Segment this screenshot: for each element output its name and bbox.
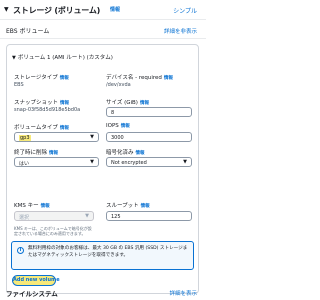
iops-info-link[interactable]: 情報	[121, 124, 130, 129]
delete-on-termination-value: はい	[19, 160, 30, 167]
device-name-info-link[interactable]: 情報	[164, 76, 173, 81]
size-label-text: サイズ (GiB)	[106, 100, 138, 106]
storage-type-value: EBS	[14, 82, 24, 88]
storage-panel: ▼ ストレージ (ボリューム) 情報 シンプル EBS ボリューム 詳細を非表示…	[0, 0, 206, 300]
size-input[interactable]: 8	[106, 107, 192, 117]
filesystem-show-details-link[interactable]: 詳細を表示	[169, 289, 197, 297]
throughput-label: スループット 情報	[106, 201, 150, 209]
kms-key-info-link[interactable]: 情報	[41, 204, 50, 209]
delete-on-termination-select[interactable]: はい ▼	[14, 157, 99, 167]
kms-key-label-text: KMS キー	[14, 203, 39, 209]
size-info-link[interactable]: 情報	[140, 101, 149, 106]
volume-type-label: ボリュームタイプ 情報	[14, 123, 69, 131]
divider	[0, 38, 206, 39]
chevron-down-icon: ▼	[85, 213, 89, 219]
filesystem-heading: ファイルシステム	[6, 290, 58, 298]
device-name-label: デバイス名 - required 情報	[106, 73, 173, 81]
device-name-value: /dev/xvda	[106, 82, 131, 88]
storage-type-label: ストレージタイプ 情報	[14, 73, 69, 81]
ebs-hide-details-link[interactable]: 詳細を非表示	[164, 27, 197, 35]
volume-type-value: gp3	[19, 134, 31, 141]
delete-on-termination-info-link[interactable]: 情報	[49, 151, 58, 156]
encrypted-label-text: 暗号化済み	[106, 150, 134, 156]
info-circle-icon: i	[17, 247, 24, 254]
chevron-down-icon: ▼	[90, 159, 94, 165]
volume-1-heading[interactable]: ▼ ボリューム 1 (AMI ルート) (カスタム)	[12, 53, 113, 61]
kms-key-select: 選択 ▼	[14, 211, 94, 221]
kms-key-description: KMS キーは、このボリュームで暗号化が設定されている場合にのみ適用できます。	[14, 226, 92, 236]
expand-caret-icon: ▼	[12, 55, 16, 61]
free-tier-alert-text: 無料利用枠の対象のお客様は、最大 30 GB の EBS 汎用 (SSD) スト…	[28, 246, 188, 258]
chevron-down-icon: ▼	[90, 134, 94, 140]
throughput-info-link[interactable]: 情報	[141, 204, 150, 209]
volume-1-heading-text: ボリューム 1 (AMI ルート) (カスタム)	[17, 55, 113, 61]
volume-type-label-text: ボリュームタイプ	[14, 125, 58, 131]
delete-on-termination-label: 終了時に削除 情報	[14, 148, 58, 156]
volume-type-info-link[interactable]: 情報	[60, 126, 69, 131]
collapse-caret-icon[interactable]: ▼	[4, 6, 9, 13]
snapshot-info-link[interactable]: 情報	[60, 101, 69, 106]
simple-view-link[interactable]: シンプル	[173, 6, 197, 15]
throughput-input[interactable]: 125	[106, 211, 192, 221]
encrypted-info-link[interactable]: 情報	[136, 151, 145, 156]
add-new-volume-button[interactable]: Add new volume	[12, 275, 60, 286]
snapshot-value: snap-03f58d5d918e5bd0a	[14, 107, 81, 113]
kms-key-label: KMS キー 情報	[14, 201, 50, 209]
chevron-down-icon: ▼	[183, 159, 187, 165]
storage-type-info-link[interactable]: 情報	[60, 76, 69, 81]
storage-info-link[interactable]: 情報	[110, 6, 120, 13]
iops-label-text: IOPS	[106, 123, 119, 129]
encrypted-select[interactable]: Not encrypted ▼	[106, 157, 192, 167]
storage-type-label-text: ストレージタイプ	[14, 75, 58, 81]
throughput-label-text: スループット	[106, 203, 139, 209]
encrypted-value: Not encrypted	[111, 159, 147, 166]
ebs-volumes-heading: EBS ボリューム	[6, 28, 50, 35]
snapshot-label-text: スナップショット	[14, 100, 59, 106]
iops-input[interactable]: 3000	[106, 132, 192, 142]
size-label: サイズ (GiB) 情報	[106, 98, 149, 106]
storage-header: ▼ ストレージ (ボリューム) 情報 シンプル	[0, 0, 206, 20]
encrypted-label: 暗号化済み 情報	[106, 148, 145, 156]
snapshot-label: スナップショット 情報	[14, 98, 69, 106]
kms-key-value: 選択	[19, 214, 30, 221]
volume-1-card: ▼ ボリューム 1 (AMI ルート) (カスタム) ストレージタイプ 情報 EBS…	[6, 44, 199, 294]
iops-label: IOPS 情報	[106, 123, 130, 129]
free-tier-alert: i 無料利用枠の対象のお客様は、最大 30 GB の EBS 汎用 (SSD) …	[11, 241, 194, 270]
volume-type-select[interactable]: gp3 ▼	[14, 132, 99, 142]
storage-title: ストレージ (ボリューム)	[13, 6, 101, 15]
device-name-label-text: デバイス名 - required	[106, 75, 162, 81]
delete-on-termination-label-text: 終了時に削除	[14, 150, 48, 156]
